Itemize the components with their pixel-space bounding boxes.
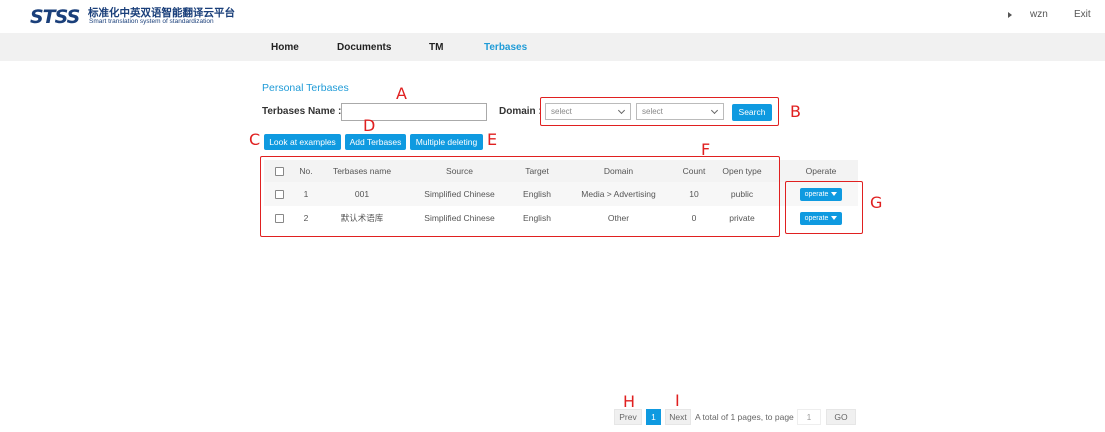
annotation-label-g: G <box>870 193 883 212</box>
top-bar: STSS 标准化中英双语智能翻译云平台 Smart translation sy… <box>0 0 1105 33</box>
annotation-box-b <box>540 97 779 126</box>
nav-documents[interactable]: Documents <box>337 42 391 53</box>
annotation-label-c: C <box>249 130 261 149</box>
prev-page-button[interactable]: Prev <box>614 409 642 425</box>
section-title: Personal Terbases <box>262 82 349 94</box>
annotation-label-f: F <box>701 140 711 159</box>
domain-label: Domain : <box>499 106 542 117</box>
annotation-label-b: B <box>790 102 801 121</box>
logo-mark: STSS <box>30 6 80 28</box>
col-header-operate: Operate <box>805 166 837 176</box>
page-number-input[interactable]: 1 <box>797 409 821 425</box>
nav-tm[interactable]: TM <box>429 42 443 53</box>
annotation-label-d: D <box>363 116 376 135</box>
username[interactable]: wzn <box>1030 9 1048 20</box>
look-at-examples-button[interactable]: Look at examples <box>264 134 341 150</box>
exit-link[interactable]: Exit <box>1074 9 1091 20</box>
page-number-current[interactable]: 1 <box>646 409 661 425</box>
logo[interactable]: STSS 标准化中英双语智能翻译云平台 Smart translation sy… <box>30 4 250 30</box>
nav-terbases[interactable]: Terbases <box>484 42 527 53</box>
logo-title-en: Smart translation system of standardizat… <box>89 18 214 25</box>
next-page-button[interactable]: Next <box>665 409 691 425</box>
add-terbases-button[interactable]: Add Terbases <box>345 134 406 150</box>
multiple-deleting-button[interactable]: Multiple deleting <box>410 134 483 150</box>
main-nav: Home Documents TM Terbases <box>0 33 1105 61</box>
nav-home[interactable]: Home <box>271 42 299 53</box>
caret-right-icon[interactable] <box>1008 12 1012 18</box>
name-label: Terbases Name : <box>262 106 342 117</box>
annotation-label-i: I <box>675 391 680 410</box>
annotation-box-g <box>785 181 863 234</box>
annotation-box-f <box>260 156 780 237</box>
annotation-label-a: A <box>396 84 407 103</box>
go-button[interactable]: GO <box>826 409 856 425</box>
annotation-label-e: E <box>487 130 498 149</box>
pagination-summary: A total of 1 pages, to page <box>695 412 794 422</box>
